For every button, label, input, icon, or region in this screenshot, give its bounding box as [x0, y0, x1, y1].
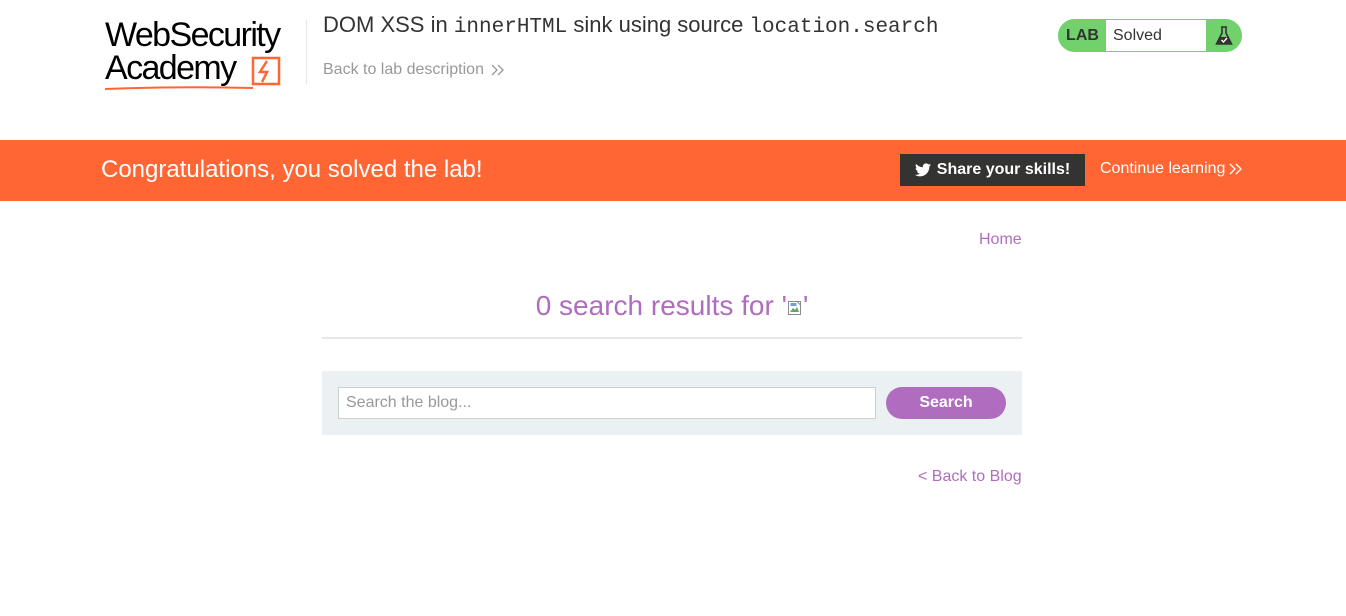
- double-chevron-right-icon: [491, 64, 504, 76]
- search-input[interactable]: [338, 387, 876, 419]
- share-skills-button[interactable]: Share your skills!: [900, 154, 1085, 186]
- home-link[interactable]: Home: [979, 231, 1022, 249]
- continue-learning-label: Continue learning: [1100, 160, 1226, 177]
- lab-status-text: Solved: [1106, 20, 1206, 51]
- flask-icon: [1206, 25, 1241, 46]
- lab-tag: LAB: [1066, 26, 1099, 44]
- lab-status-widget: LAB Solved: [1058, 19, 1242, 52]
- search-form: Search: [322, 371, 1022, 435]
- search-button[interactable]: Search: [886, 387, 1006, 419]
- logo-underline: [105, 86, 254, 90]
- back-to-blog-link[interactable]: < Back to Blog: [918, 468, 1022, 486]
- logo-line-2: Academy: [105, 49, 237, 87]
- congratulations-message: Congratulations, you solved the lab!: [101, 156, 483, 183]
- results-divider: [322, 337, 1022, 339]
- broken-image-icon: [787, 291, 803, 315]
- twitter-icon: [914, 163, 931, 177]
- back-to-lab-description-label: Back to lab description: [323, 61, 484, 78]
- share-skills-label: Share your skills!: [936, 161, 1071, 178]
- back-to-lab-description-link[interactable]: Back to lab description: [323, 61, 506, 79]
- lab-title: DOM XSS in innerHTML sink using source l…: [323, 12, 939, 39]
- continue-learning-link[interactable]: Continue learning: [1100, 160, 1243, 178]
- header-divider: [306, 20, 307, 84]
- logo-line-1: WebSecurity: [105, 16, 281, 54]
- solved-banner: Congratulations, you solved the lab! Sha…: [0, 140, 1346, 201]
- academy-logo[interactable]: WebSecurity Academy: [103, 18, 303, 90]
- double-chevron-right-icon: [1229, 163, 1243, 175]
- search-results-heading: 0 search results for ' ': [535, 290, 809, 321]
- lightning-bolt-icon: [251, 56, 281, 86]
